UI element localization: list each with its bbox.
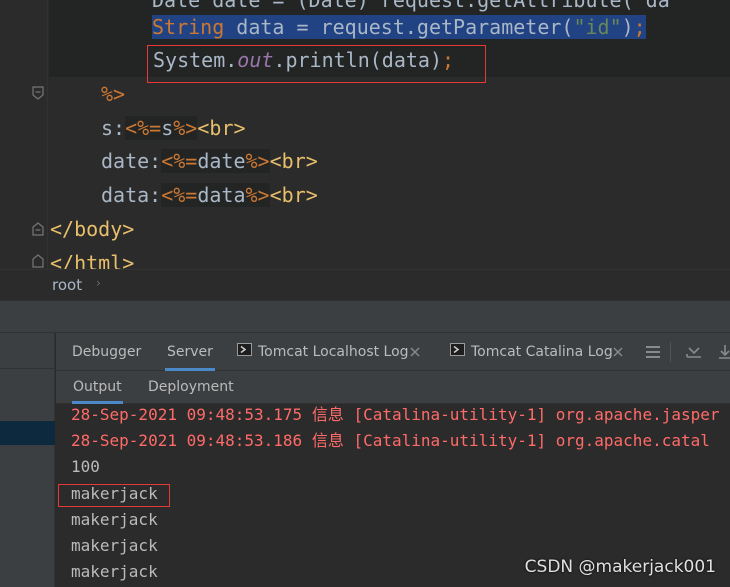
console-icon [237,333,252,371]
console-icon [450,333,465,371]
tab-output[interactable]: Output [72,371,123,404]
code-line: data:<%=data%><br> [101,183,318,207]
code-line: date:<%=date%><br> [101,149,318,173]
fold-marker-icon[interactable] [31,254,45,268]
editor-gutter [0,0,48,269]
fold-marker-icon[interactable] [31,222,45,236]
code-line: %> [101,82,126,106]
code-line-selected: String data = request.getParameter("id")… [152,15,646,39]
log-line: 28-Sep-2021 09:48:53.186 信息 [Catalina-ut… [71,431,710,450]
tab-tomcat-localhost-log[interactable]: Tomcat Localhost Log [237,333,409,371]
output-line: 100 [71,457,100,476]
output-line: makerjack [71,510,158,529]
highlight-box [147,45,486,83]
scroll-to-end-icon[interactable] [685,343,703,361]
code-line: </body> [50,217,135,241]
toolbar-separator [670,342,671,362]
output-line: makerjack [71,562,158,581]
close-tab-icon[interactable] [611,344,625,358]
code-editor[interactable]: Date date = (Date) request.getAttribute(… [0,0,730,269]
tool-window-tabbar: Debugger Server Tomcat Localhost Log Tom… [56,333,730,371]
selected-tree-row[interactable] [0,421,55,445]
tab-tomcat-catalina-log[interactable]: Tomcat Catalina Log [450,333,613,371]
breadcrumb: root › [0,269,730,300]
tool-window-splitter[interactable] [0,300,730,333]
panel-divider [0,368,55,369]
code-line: </html> [50,251,135,269]
menu-lines-icon[interactable] [644,343,662,361]
tab-debugger[interactable]: Debugger [72,333,141,371]
watermark: CSDN @makerjack001 [524,557,716,577]
code-line: s:<%=s%><br> [101,116,246,140]
log-line: 28-Sep-2021 09:48:53.175 信息 [Catalina-ut… [71,405,720,424]
output-line: makerjack [71,536,158,555]
breadcrumb-item-root[interactable]: root [52,276,82,294]
breadcrumb-chevron-icon: › [96,276,101,290]
server-subtabbar: Output Deployment [56,371,730,404]
fold-marker-icon[interactable] [31,86,45,100]
close-tab-icon[interactable] [408,344,422,358]
tab-server[interactable]: Server [165,333,215,371]
download-icon[interactable] [716,343,730,361]
services-tree-panel [0,333,55,587]
highlight-box [58,484,170,507]
tab-deployment[interactable]: Deployment [148,371,234,404]
